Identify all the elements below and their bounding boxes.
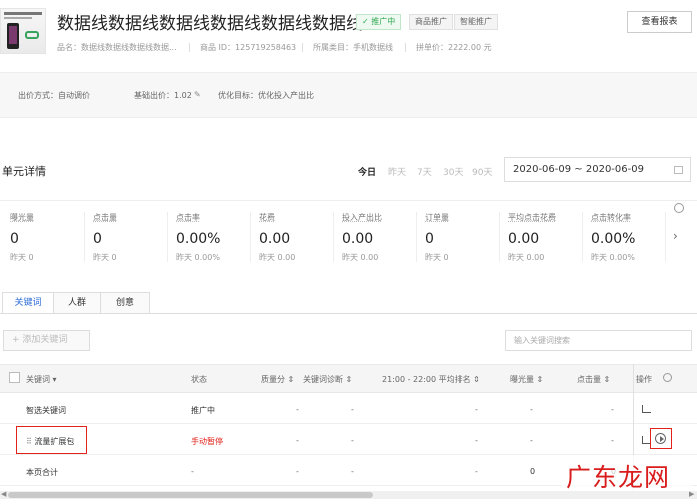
range-30d[interactable]: 30天 [443, 165, 463, 178]
diagnosis-cell: - [351, 436, 354, 445]
divider [167, 212, 168, 262]
col-clicks[interactable]: 点击量 ⇕ [577, 374, 610, 385]
range-7d[interactable]: 7天 [417, 165, 432, 178]
keyword-search-field[interactable] [506, 331, 691, 350]
divider [0, 200, 697, 201]
metric-cost: 花费 0.00 昨天 0.00 [259, 213, 296, 262]
clicks-cell: - [611, 436, 614, 445]
product-title: 数据线数据线数据线数据线数据线数据线 [57, 14, 363, 34]
tab-creative[interactable]: 创意 [100, 292, 150, 314]
product-id-meta: 商品 ID：125719258463 [200, 43, 297, 52]
watermark-logo: 广东龙网 [566, 463, 671, 492]
chevron-right-icon[interactable]: › [673, 229, 678, 243]
bid-method: 出价方式：自动调价 [18, 91, 90, 100]
keyword-search-input[interactable] [505, 330, 692, 351]
scroll-right-icon[interactable]: ▶ [689, 490, 694, 498]
view-report-button[interactable]: 查看报表 [627, 11, 692, 33]
meta-divider [405, 43, 406, 52]
metric-cvr: 点击转化率 0.00% 昨天 0.00% [591, 213, 636, 262]
range-90d[interactable]: 90天 [472, 165, 492, 178]
chart-icon[interactable] [642, 405, 651, 413]
column-settings-icon[interactable] [663, 373, 672, 382]
table-row [0, 393, 697, 424]
table-row [0, 424, 697, 455]
price-meta: 拼单价：2222.00 元 [416, 43, 492, 52]
scroll-left-icon[interactable]: ◀ [1, 490, 6, 498]
product-thumbnail [0, 8, 46, 54]
status-cell: 手动暂停 [191, 437, 223, 446]
tag-smart-promo: 智能推广 [454, 14, 498, 30]
gear-icon[interactable] [674, 203, 684, 213]
meta-divider [302, 43, 303, 52]
clicks-cell: - [611, 405, 614, 414]
select-all-checkbox[interactable] [9, 372, 20, 383]
base-bid: 基础出价：1.02 [134, 91, 192, 100]
quality-cell: - [296, 436, 299, 445]
metric-orders: 订单量 0 昨天 0 [425, 213, 449, 262]
status-cell: - [191, 467, 194, 476]
calendar-icon [674, 166, 683, 174]
divider [250, 212, 251, 262]
play-icon[interactable] [655, 433, 666, 444]
divider [84, 212, 85, 262]
divider [416, 212, 417, 262]
divider [499, 212, 500, 262]
impressions-cell: - [530, 405, 533, 414]
edit-icon[interactable]: ✎ [194, 90, 201, 99]
rank-cell: - [475, 405, 478, 414]
metric-ctr: 点击率 0.00% 昨天 0.00% [176, 213, 221, 262]
metric-impressions: 曝光量 0 昨天 0 [10, 213, 34, 262]
impressions-cell: - [530, 436, 533, 445]
divider [665, 212, 666, 262]
impressions-cell: 0 [530, 467, 536, 476]
rank-cell: - [475, 467, 478, 476]
diagnosis-cell: - [351, 467, 354, 476]
quality-cell: - [296, 467, 299, 476]
optimization-goal: 优化目标：优化投入产出比 [218, 91, 314, 100]
add-keyword-button[interactable]: + 添加关键词 [3, 330, 90, 351]
tag-product-promo: 商品推广 [409, 14, 453, 30]
date-range-text: 2020-06-09 ~ 2020-06-09 [513, 164, 644, 175]
col-keyword[interactable]: 关键词 ▾ [26, 374, 57, 385]
tab-divider [0, 313, 697, 314]
tab-keywords[interactable]: 关键词 [2, 292, 54, 314]
col-quality[interactable]: 质量分 ⇕ [261, 374, 294, 385]
diagnosis-cell: - [351, 405, 354, 414]
metric-roi: 投入产出比 0.00 昨天 0.00 [342, 213, 382, 262]
meta-divider [189, 43, 190, 52]
keyword-cell: 智选关键词 [26, 406, 66, 415]
col-status: 状态 [191, 375, 207, 384]
product-name-meta: 品名：数据线数据线数据线数据... [57, 43, 177, 52]
scrollbar-thumb[interactable] [8, 492, 373, 498]
divider [333, 212, 334, 262]
range-today[interactable]: 今日 [358, 165, 376, 178]
date-range-picker[interactable]: 2020-06-09 ~ 2020-06-09 [504, 157, 691, 182]
keyword-cell: 本页合计 [26, 468, 58, 477]
keyword-cell: ⠿ 流量扩展包 [26, 437, 75, 446]
bid-info-panel: 出价方式：自动调价 基础出价：1.02 ✎ 优化目标：优化投入产出比 [0, 72, 697, 118]
divider [582, 212, 583, 262]
col-ops: 操作 [636, 375, 652, 384]
metric-avg-cpc: 平均点击花费 0.00 昨天 0.00 [508, 213, 556, 262]
status-badge: ✓ 推广中 [356, 14, 402, 30]
category-meta: 所属类目：手机数据线 [313, 43, 393, 52]
tab-audience[interactable]: 人群 [53, 292, 101, 314]
col-diagnosis[interactable]: 关键词诊断 ⇕ [303, 374, 352, 385]
rank-cell: - [475, 436, 478, 445]
col-rank[interactable]: 21:00 - 22:00 平均排名 ⇕ [382, 374, 480, 385]
range-yesterday[interactable]: 昨天 [388, 165, 406, 178]
metric-clicks: 点击量 0 昨天 0 [93, 213, 117, 262]
quality-cell: - [296, 405, 299, 414]
status-cell: 推广中 [191, 406, 215, 415]
col-impressions[interactable]: 曝光量 ⇕ [510, 374, 543, 385]
unit-detail-title: 单元详情 [2, 165, 46, 178]
